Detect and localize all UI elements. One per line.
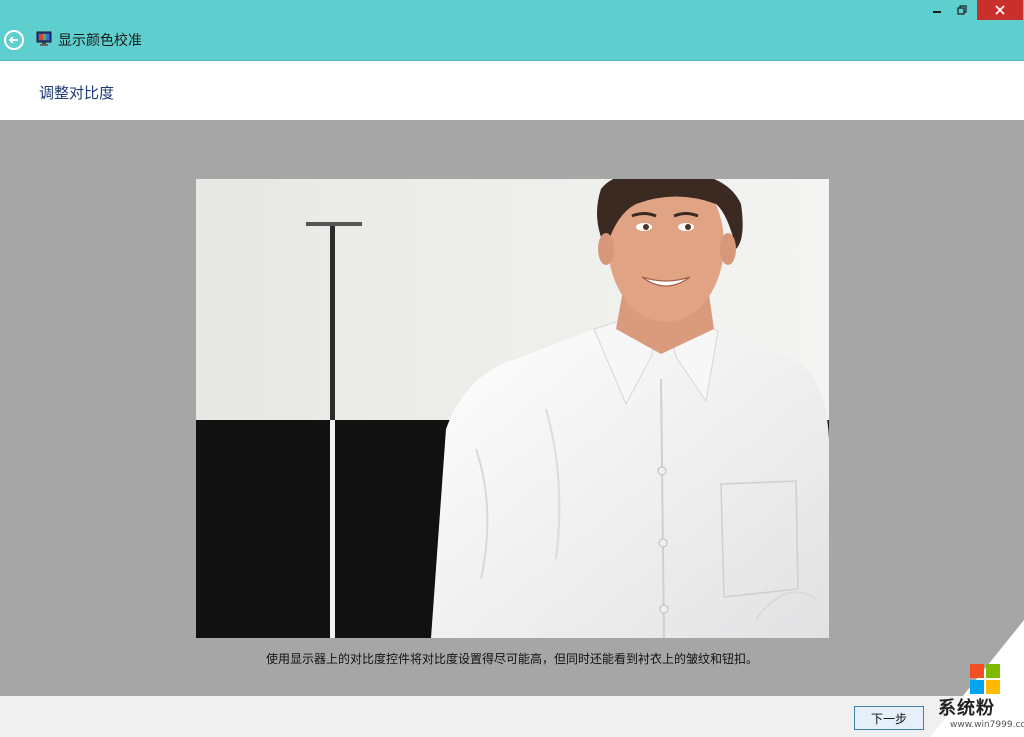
close-icon: [995, 5, 1005, 15]
page-title: 调整对比度: [39, 84, 115, 102]
back-button[interactable]: [4, 30, 24, 50]
watermark-text: 系统粉: [938, 698, 995, 719]
title-bar: 显示颜色校准: [0, 0, 1024, 61]
back-arrow-icon: [8, 36, 18, 44]
minimize-button[interactable]: [926, 0, 948, 20]
display-calibration-icon: [36, 31, 52, 46]
page-header: 调整对比度: [0, 61, 1024, 120]
calibration-photo-illustration: [196, 179, 829, 638]
windows-logo-icon: [970, 664, 1000, 694]
instruction-caption: 使用显示器上的对比度控件将对比度设置得尽可能高，但同时还能看到衬衣上的皱纹和钮扣…: [265, 652, 758, 666]
restore-icon: [957, 5, 967, 15]
next-button[interactable]: 下一步: [854, 706, 924, 730]
main-content: 使用显示器上的对比度控件将对比度设置得尽可能高，但同时还能看到衬衣上的皱纹和钮扣…: [0, 120, 1024, 696]
restore-button[interactable]: [950, 0, 974, 20]
close-button[interactable]: [977, 0, 1023, 20]
contrast-calibration-image: [196, 179, 829, 638]
window-title: 显示颜色校准: [58, 33, 142, 49]
footer-bar: 下一步: [0, 696, 1024, 737]
watermark-url: www.win7999.com: [950, 720, 1024, 730]
minimize-icon: [933, 11, 941, 13]
